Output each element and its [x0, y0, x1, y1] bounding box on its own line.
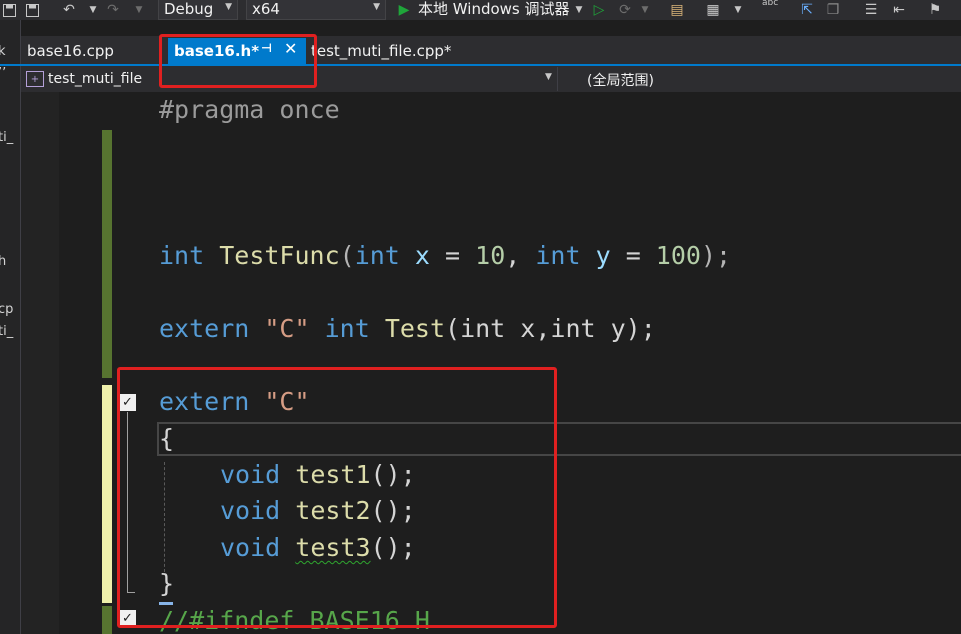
- chevron-down-icon: ▼: [225, 2, 232, 12]
- tab-label: test_muti_file.cpp*: [311, 42, 452, 60]
- keyword: int: [535, 241, 581, 270]
- keyword: int: [324, 314, 370, 343]
- explorer-fragment: h: [0, 254, 7, 269]
- spell-check-icon[interactable]: abc: [762, 0, 778, 8]
- platform-select[interactable]: x64 ▼: [246, 0, 386, 20]
- solution-explorer-edge: k ’’ ti_ h cp ti_: [0, 20, 21, 634]
- param-name: x: [414, 241, 430, 270]
- keyword: int: [159, 241, 205, 270]
- save-all-icon[interactable]: [23, 0, 39, 20]
- saved-change-bar: [102, 606, 112, 634]
- keyword: int: [354, 241, 400, 270]
- config-select[interactable]: Debug ▼: [158, 0, 238, 20]
- select-pointer-icon[interactable]: ⇱: [798, 0, 816, 20]
- project-icon: +: [26, 71, 44, 87]
- attach-process-icon[interactable]: ⟳: [616, 0, 634, 20]
- string-literal: "C": [264, 314, 310, 343]
- indent-icon[interactable]: ☰: [862, 0, 880, 20]
- number-literal: 100: [655, 241, 701, 270]
- redo-icon[interactable]: ↷: [104, 0, 122, 20]
- find-in-files-icon[interactable]: ▤: [668, 0, 686, 20]
- layout-icon[interactable]: ▦: [704, 0, 722, 20]
- platform-select-value: x64: [252, 0, 280, 18]
- undo-icon[interactable]: ↶: [60, 0, 78, 20]
- tab-test-muti-file-cpp[interactable]: test_muti_file.cpp*: [311, 38, 451, 64]
- bookmark-icon[interactable]: ⚑: [926, 0, 944, 20]
- attach-dropdown-icon[interactable]: ▼: [640, 0, 650, 20]
- chevron-down-icon: ▼: [545, 72, 552, 82]
- code-line-pragma: #pragma once: [159, 95, 340, 124]
- tab-label: base16.cpp: [27, 42, 114, 60]
- scope-select[interactable]: (全局范围): [587, 70, 654, 90]
- annotation-box-tab: [159, 34, 317, 88]
- toolbar: ↶ ▼ ↷ ▼ Debug ▼ x64 ▼ ▶ 本地 Windows 调试器 ▼…: [0, 0, 961, 20]
- save-icon[interactable]: [2, 0, 16, 20]
- layout-dropdown-icon[interactable]: ▼: [732, 0, 744, 20]
- debugger-dropdown-icon[interactable]: ▼: [574, 0, 584, 20]
- outdent-icon[interactable]: ⇤: [890, 0, 908, 20]
- saved-change-bar: [102, 130, 112, 378]
- function-name: TestFunc: [219, 241, 340, 270]
- param-name: y: [595, 241, 611, 270]
- start-debugger-button[interactable]: 本地 Windows 调试器: [418, 0, 570, 19]
- play-icon[interactable]: ▶: [396, 0, 412, 20]
- copy-icon[interactable]: ❐: [824, 0, 842, 20]
- explorer-fragment: ti_: [0, 324, 14, 339]
- code-line-func-decl: int TestFunc(int x = 10, int y = 100);: [159, 241, 732, 270]
- config-select-value: Debug: [164, 0, 214, 18]
- annotation-box-code: [117, 367, 557, 628]
- start-without-debugging-icon[interactable]: ▷: [591, 0, 607, 20]
- explorer-fragment: ’’: [0, 66, 7, 81]
- explorer-fragment: k: [0, 44, 6, 59]
- keyword: extern: [159, 314, 250, 343]
- chevron-down-icon: ▼: [373, 2, 380, 12]
- number-literal: 10: [475, 241, 506, 270]
- unsaved-change-bar: [102, 385, 112, 603]
- undo-dropdown-icon[interactable]: ▼: [88, 0, 98, 20]
- function-name: Test: [384, 314, 446, 343]
- code-line-extern-test: extern "C" int Test(int x,int y);: [159, 312, 656, 346]
- tab-base16-cpp[interactable]: base16.cpp: [27, 38, 114, 64]
- redo-dropdown-icon[interactable]: ▼: [134, 0, 144, 20]
- explorer-fragment: cp: [0, 302, 14, 317]
- project-select-value: test_muti_file: [48, 71, 143, 87]
- explorer-fragment: ti_: [0, 130, 14, 145]
- editor-gutter: [21, 92, 59, 634]
- param-list: (int x,int y);: [445, 314, 656, 343]
